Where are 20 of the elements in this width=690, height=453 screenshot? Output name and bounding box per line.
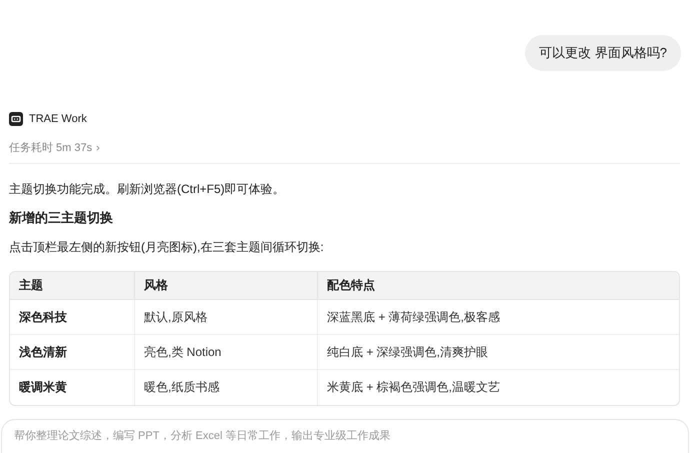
- column-header: 主题: [19, 277, 43, 294]
- table-cell-text: 纯白底 + 深绿强调色,清爽护眼: [327, 344, 488, 360]
- user-message-bubble: 可以更改 界面风格吗?: [525, 35, 681, 71]
- column-header: 配色特点: [327, 277, 375, 294]
- table-cell-text: 深色科技: [19, 308, 67, 326]
- table-cell-text: 亮色,类 Notion: [144, 344, 222, 360]
- reply-paragraph: 点击顶栏最左侧的新按钮(月亮图标),在三套主题间循环切换:: [9, 238, 325, 256]
- table-cell-text: 深蓝黑底 + 薄荷绿强调色,极客感: [327, 308, 500, 326]
- agent-name: TRAE Work: [29, 112, 87, 127]
- table-cell-text: 米黄底 + 棕褐色强调色,温暖文艺: [327, 379, 500, 396]
- message-input-field[interactable]: 帮你整理论文综述，编写 PPT，分析 Excel 等日常工作，输出专业级工作成果: [1, 418, 689, 453]
- reply-heading: 新增的三主题切换: [9, 209, 114, 227]
- task-duration-toggle[interactable]: 任务耗时 5m 37s ›: [9, 140, 100, 156]
- column-header: 风格: [144, 277, 168, 294]
- table-cell-text: 暖色,纸质书感: [144, 379, 220, 396]
- table-cell-text: 默认,原风格: [144, 308, 208, 326]
- table-cell-text: 暖调米黄: [19, 379, 67, 396]
- table-cell-text: 浅色清新: [19, 344, 67, 360]
- reply-paragraph: 主题切换功能完成。刷新浏览器(Ctrl+F5)即可体验。: [9, 181, 286, 198]
- robot-icon: [9, 112, 23, 126]
